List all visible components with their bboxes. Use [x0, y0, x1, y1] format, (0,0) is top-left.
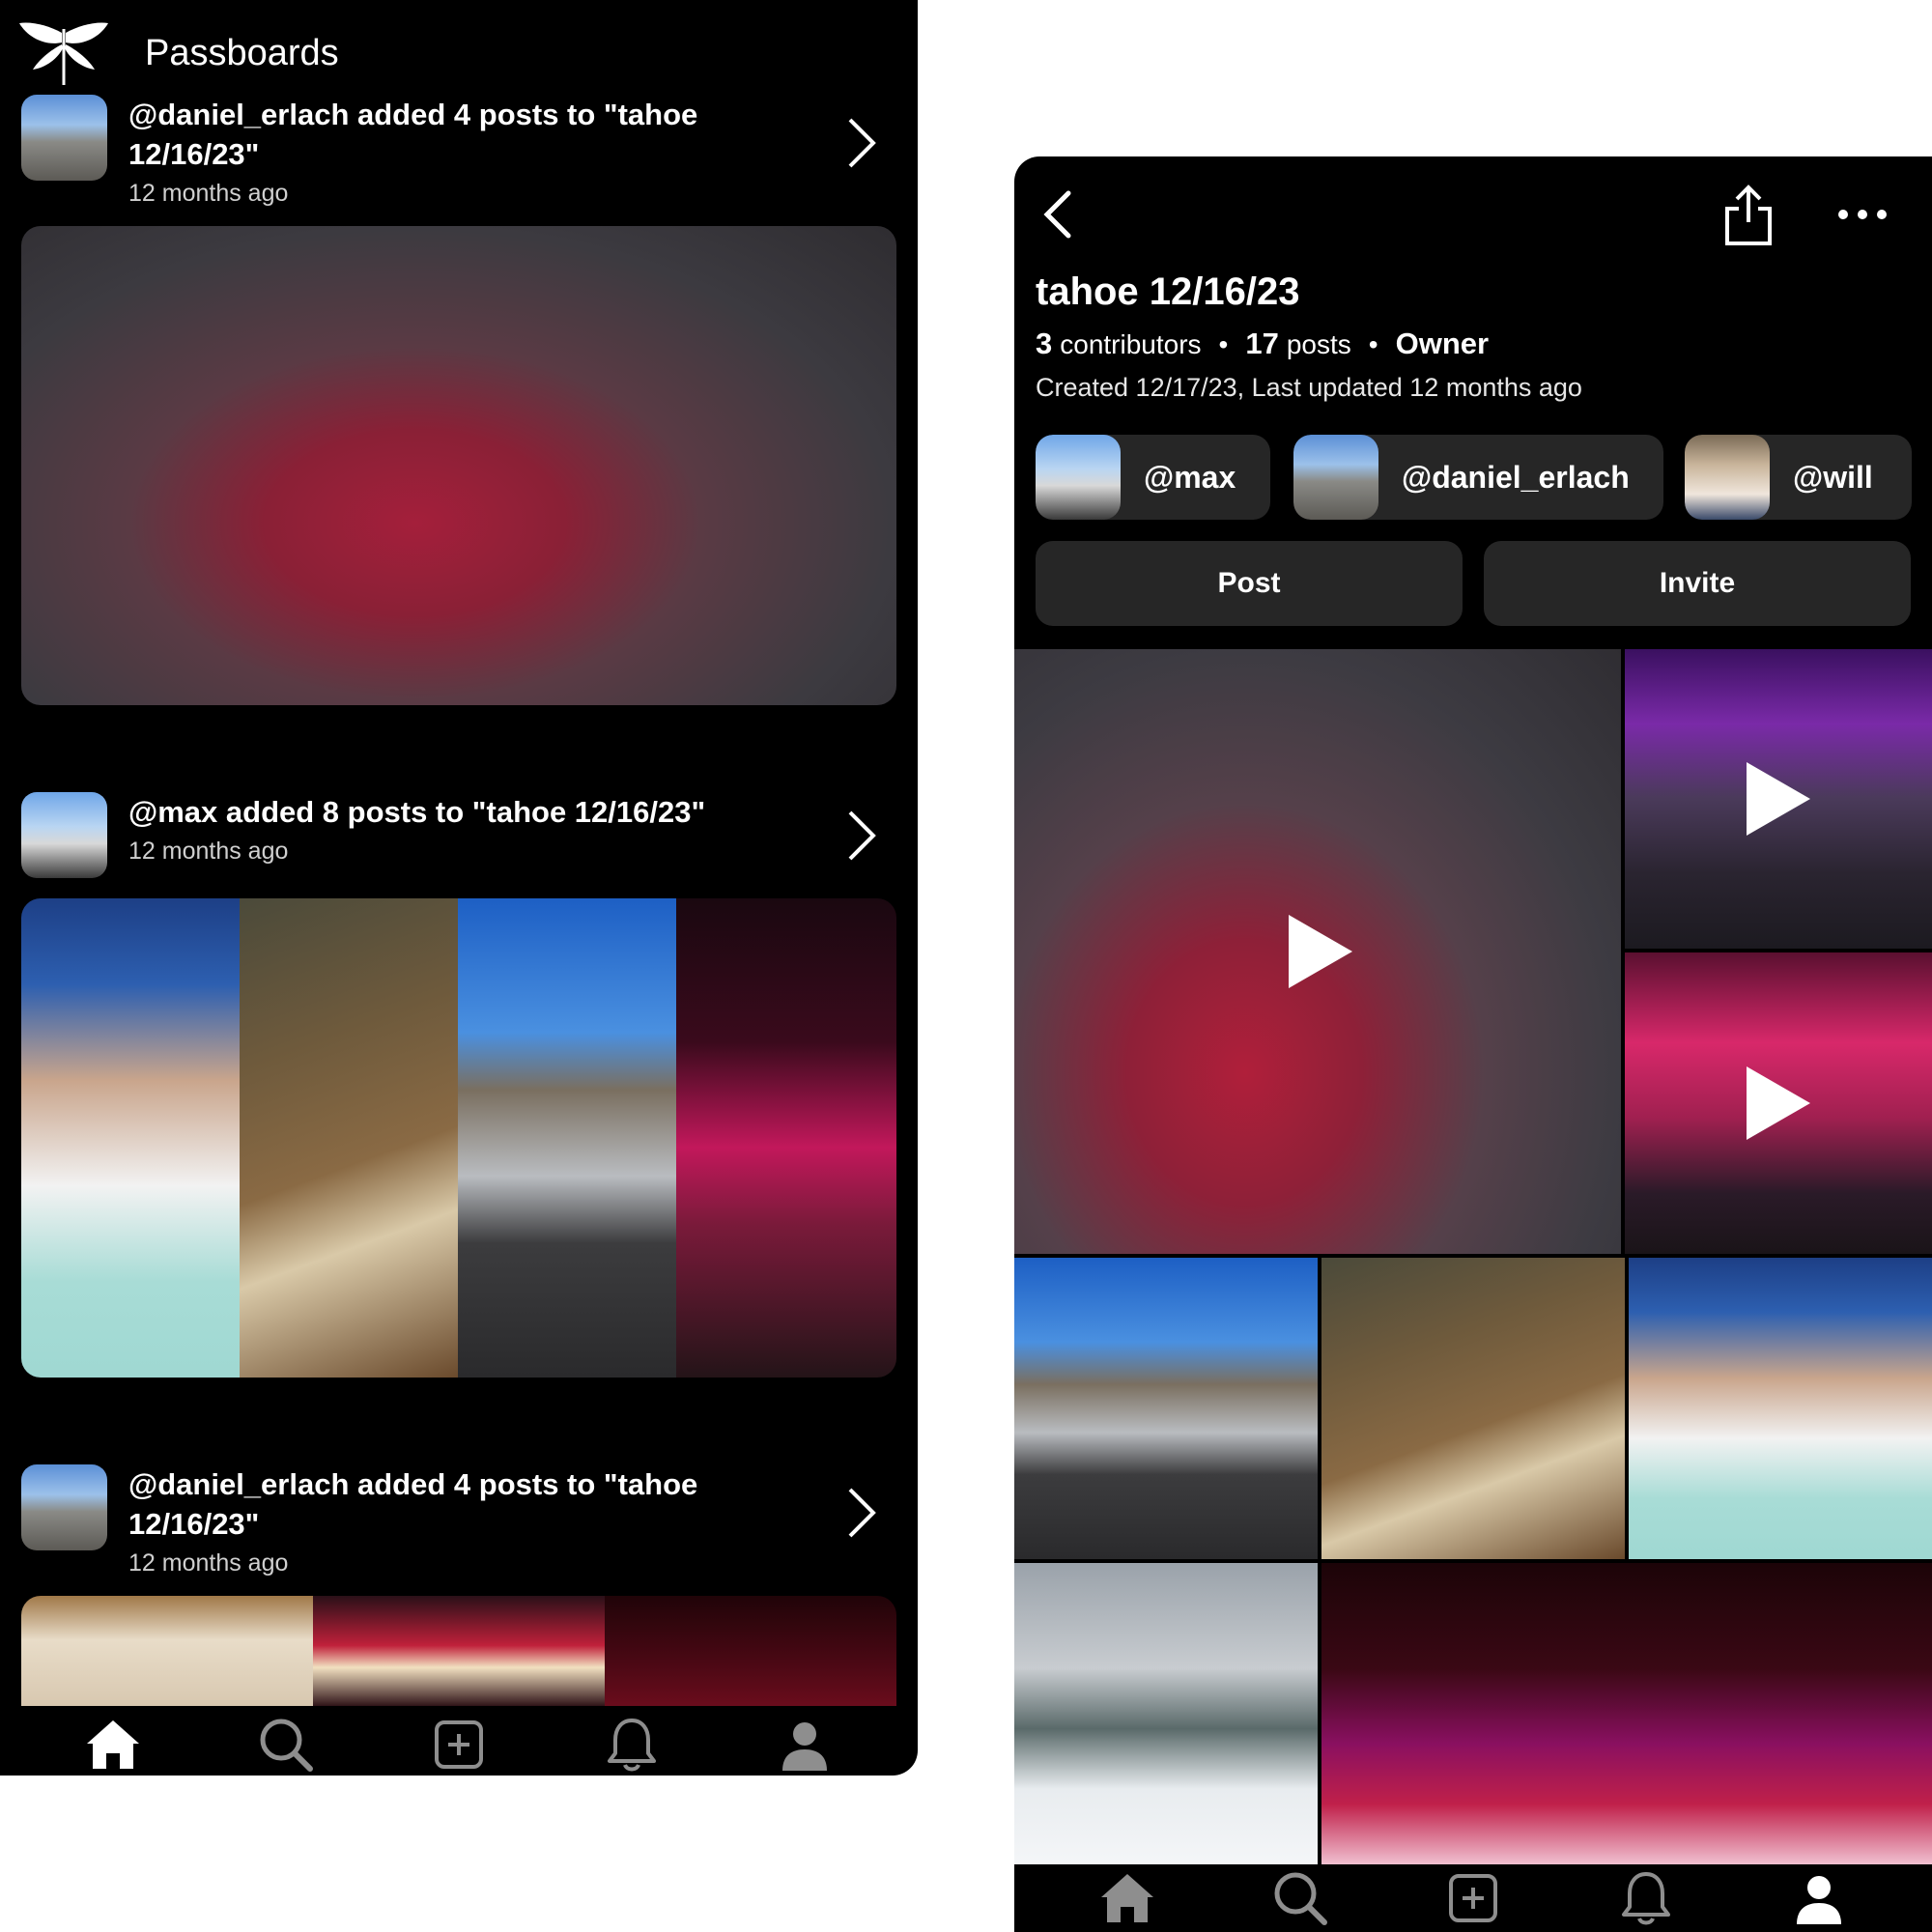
- avatar[interactable]: [21, 792, 107, 878]
- play-icon: [1289, 915, 1352, 988]
- post-image[interactable]: [676, 898, 896, 1378]
- activity-message: @daniel_erlach added 4 posts to "tahoe 1…: [128, 98, 698, 171]
- contributor-name: @daniel_erlach: [1402, 459, 1630, 495]
- board-screen: tahoe 12/16/23 3 contributors • 17 posts…: [1014, 156, 1932, 1932]
- tab-profile[interactable]: [771, 1711, 838, 1776]
- post-image[interactable]: [1014, 1258, 1318, 1559]
- play-icon: [1747, 1066, 1810, 1140]
- post-image[interactable]: [1321, 1563, 1932, 1864]
- profile-icon: [1796, 1876, 1841, 1924]
- stats-separator: •: [1218, 329, 1229, 359]
- app-name: Passboards: [145, 32, 339, 73]
- post-image[interactable]: [21, 1596, 313, 1706]
- contributor-name: @will: [1793, 459, 1873, 495]
- avatar: [1685, 435, 1770, 520]
- tab-search[interactable]: [1266, 1864, 1334, 1932]
- activity-time: 12 months ago: [128, 1549, 289, 1577]
- avatar: [1293, 435, 1378, 520]
- post-image[interactable]: [1629, 1258, 1932, 1559]
- tab-bar: [0, 1710, 918, 1776]
- posts-count: 17: [1245, 327, 1279, 360]
- chevron-right-icon[interactable]: [840, 807, 883, 865]
- play-icon: [1747, 762, 1810, 836]
- tab-search[interactable]: [252, 1711, 320, 1776]
- contributor-name: @max: [1144, 459, 1236, 495]
- board-stats: 3 contributors • 17 posts • Owner: [1036, 327, 1489, 361]
- invite-button[interactable]: Invite: [1484, 541, 1911, 626]
- contributors-label: contributors: [1060, 329, 1202, 359]
- tab-notifications[interactable]: [1612, 1864, 1680, 1932]
- activity-item[interactable]: @daniel_erlach added 4 posts to "tahoe 1…: [21, 1464, 891, 1577]
- dragonfly-logo-icon: [19, 22, 108, 85]
- avatar[interactable]: [21, 95, 107, 181]
- post-image[interactable]: [240, 898, 458, 1378]
- board-dates: Created 12/17/23, Last updated 12 months…: [1036, 373, 1582, 402]
- chevron-right-icon[interactable]: [840, 114, 883, 172]
- post-video-thumbnail[interactable]: [1625, 952, 1932, 1254]
- home-icon: [1101, 1874, 1154, 1922]
- avatar: [1036, 435, 1121, 520]
- activity-time: 12 months ago: [128, 180, 289, 207]
- tab-create[interactable]: [1439, 1864, 1507, 1932]
- tab-bar: [1014, 1864, 1932, 1932]
- activity-message: @max added 8 posts to "tahoe 12/16/23": [128, 795, 706, 829]
- stats-separator: •: [1368, 329, 1378, 359]
- avatar[interactable]: [21, 1464, 107, 1550]
- contributors-count: 3: [1036, 327, 1053, 360]
- board-title: tahoe 12/16/23: [1036, 270, 1300, 313]
- post-video-thumbnail[interactable]: [1625, 649, 1932, 949]
- post-image[interactable]: [21, 226, 896, 705]
- post-preview[interactable]: [21, 898, 896, 1378]
- post-image[interactable]: [458, 898, 676, 1378]
- tab-create[interactable]: [425, 1711, 493, 1776]
- activity-time: 12 months ago: [128, 838, 289, 865]
- add-post-icon: [434, 1720, 483, 1769]
- post-image[interactable]: [313, 1596, 605, 1706]
- tab-home[interactable]: [1094, 1864, 1161, 1932]
- share-icon[interactable]: [1719, 184, 1777, 247]
- post-image[interactable]: [21, 898, 240, 1378]
- post-image[interactable]: [1321, 1258, 1625, 1559]
- activity-item[interactable]: @max added 8 posts to "tahoe 12/16/23" 1…: [21, 792, 891, 879]
- post-image[interactable]: [1014, 1563, 1318, 1864]
- posts-label: posts: [1286, 329, 1351, 359]
- contributor-chip-daniel-erlach[interactable]: @daniel_erlach: [1293, 435, 1663, 520]
- back-icon[interactable]: [1036, 185, 1084, 243]
- notifications-icon: [607, 1719, 656, 1772]
- home-icon: [87, 1720, 140, 1769]
- search-icon: [260, 1719, 314, 1772]
- contributor-chip-will[interactable]: @will: [1685, 435, 1912, 520]
- activity-item[interactable]: @daniel_erlach added 4 posts to "tahoe 1…: [21, 95, 891, 207]
- post-video-thumbnail[interactable]: [1014, 649, 1621, 1254]
- feed-screen: Passboards @daniel_erlach added 4 posts …: [0, 0, 918, 1776]
- tab-profile[interactable]: [1785, 1864, 1853, 1932]
- app-header: Passboards: [19, 19, 339, 87]
- post-preview[interactable]: [21, 1596, 896, 1706]
- notifications-icon: [1621, 1872, 1670, 1925]
- chevron-right-icon[interactable]: [840, 1484, 883, 1542]
- search-icon: [1274, 1872, 1328, 1925]
- activity-message: @daniel_erlach added 4 posts to "tahoe 1…: [128, 1467, 698, 1541]
- profile-icon: [781, 1722, 827, 1771]
- tab-notifications[interactable]: [598, 1711, 666, 1776]
- add-post-icon: [1448, 1874, 1497, 1922]
- tab-home[interactable]: [79, 1711, 147, 1776]
- post-preview[interactable]: [21, 226, 896, 705]
- post-button[interactable]: Post: [1036, 541, 1463, 626]
- more-options-icon[interactable]: [1833, 195, 1891, 234]
- role-label: Owner: [1395, 327, 1490, 360]
- post-image[interactable]: [605, 1596, 896, 1706]
- contributor-chip-max[interactable]: @max: [1036, 435, 1270, 520]
